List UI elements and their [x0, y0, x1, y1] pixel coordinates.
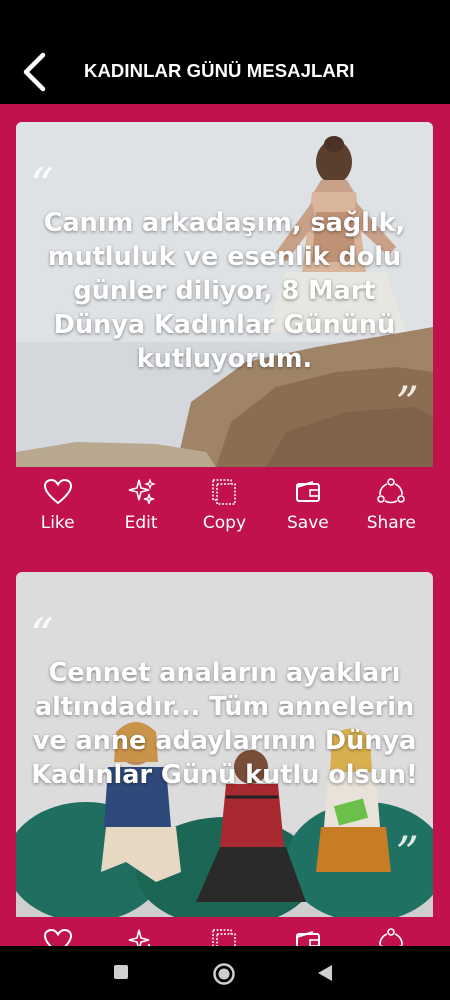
- card-image[interactable]: “ Cennet anaların ayakları altındadır...…: [16, 572, 433, 917]
- open-quote-icon: “: [30, 608, 54, 662]
- wallet-icon: [295, 931, 320, 946]
- card-image[interactable]: “ Canım arkadaşım, sağlık, mutluluk ve e…: [16, 122, 433, 467]
- save-button[interactable]: Save: [268, 927, 348, 946]
- card-actions: Like Edit Copy Save Share: [16, 467, 433, 537]
- like-button[interactable]: Like: [18, 927, 98, 946]
- share-icon: [377, 478, 406, 504]
- close-quote-icon: ”: [395, 826, 419, 880]
- message-text: Canım arkadaşım, sağlık, mutluluk ve ese…: [43, 208, 406, 374]
- system-back-button[interactable]: [316, 963, 336, 983]
- share-icon: [378, 928, 404, 946]
- triangle-back-icon: [318, 965, 332, 981]
- sparkles-icon: [128, 929, 151, 946]
- message-text: Cennet anaların ayakları altındadır... T…: [31, 658, 418, 790]
- open-quote-icon: “: [30, 158, 54, 212]
- copy-icon: [212, 479, 237, 505]
- app-header: KADINLAR GÜNÜ MESAJLARI: [0, 0, 450, 104]
- copy-label: Copy: [202, 513, 247, 533]
- page-title: KADINLAR GÜNÜ MESAJLARI: [84, 60, 355, 81]
- square-icon: [114, 965, 128, 979]
- message-card: “ Canım arkadaşım, sağlık, mutluluk ve e…: [16, 122, 433, 537]
- close-quote-icon: ”: [395, 376, 419, 430]
- system-navigation-bar: [0, 946, 450, 1000]
- recents-button[interactable]: [112, 963, 132, 983]
- like-label: Like: [40, 513, 75, 533]
- copy-button[interactable]: Copy: [184, 477, 264, 533]
- message-card: “ Cennet anaların ayakları altındadır...…: [16, 572, 433, 946]
- chevron-left-icon: [23, 52, 46, 92]
- share-button[interactable]: Share: [351, 927, 431, 946]
- wallet-icon: [295, 481, 320, 502]
- like-button[interactable]: Like: [18, 477, 98, 533]
- home-button[interactable]: [212, 962, 236, 986]
- edit-label: Edit: [124, 513, 158, 533]
- back-button[interactable]: [14, 50, 54, 94]
- message-feed[interactable]: “ Canım arkadaşım, sağlık, mutluluk ve e…: [0, 104, 450, 946]
- save-button[interactable]: Save: [268, 477, 348, 533]
- save-label: Save: [286, 513, 329, 533]
- card-actions: Like Edit Copy Save Share: [16, 917, 433, 946]
- circle-icon: [213, 963, 235, 985]
- copy-icon: [212, 929, 237, 946]
- edit-button[interactable]: Edit: [101, 477, 181, 533]
- heart-icon: [43, 478, 72, 505]
- share-label: Share: [366, 513, 416, 533]
- heart-icon: [43, 928, 72, 946]
- sparkles-icon: [128, 478, 156, 505]
- share-button[interactable]: Share: [351, 477, 431, 533]
- copy-button[interactable]: Copy: [184, 927, 264, 946]
- edit-button[interactable]: Edit: [101, 927, 181, 946]
